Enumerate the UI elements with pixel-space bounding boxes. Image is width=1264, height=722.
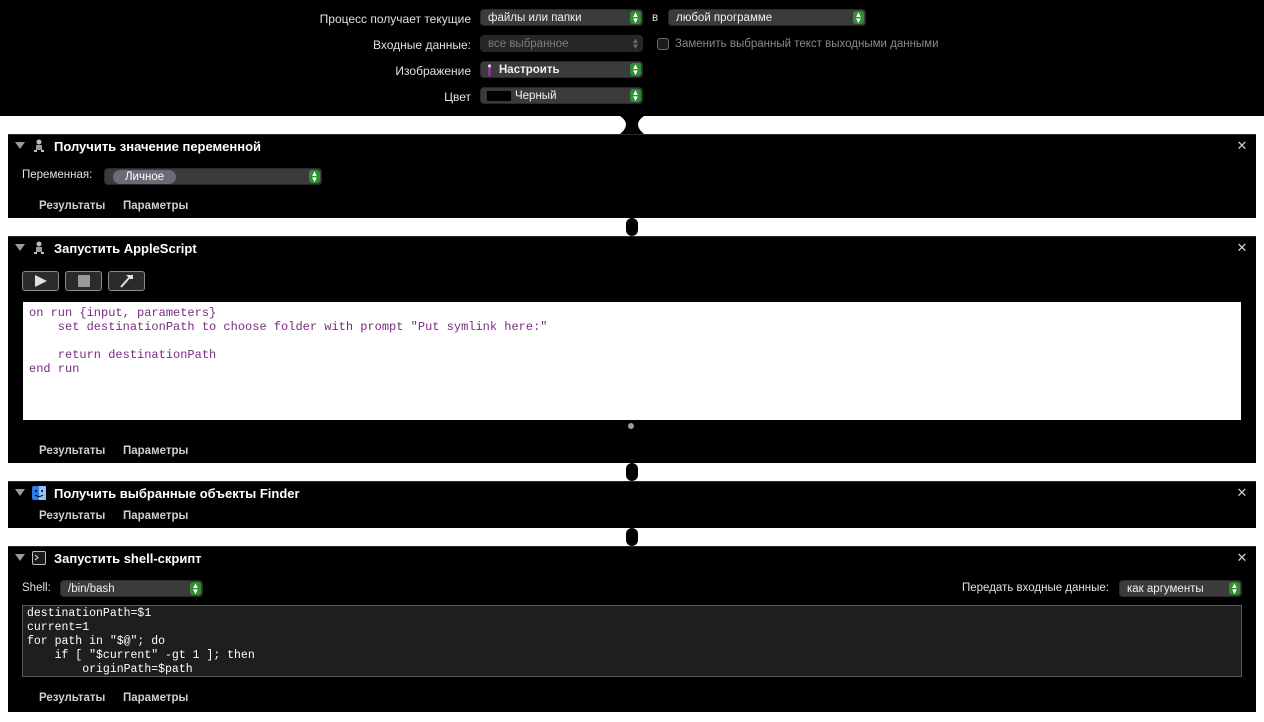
options-tab[interactable]: Параметры bbox=[123, 200, 188, 212]
process-label: Процесс получает текущие bbox=[319, 12, 471, 26]
process-row: Процесс получает текущие файлы или папки… bbox=[0, 9, 1264, 29]
close-icon[interactable]: ✕ bbox=[1236, 550, 1248, 566]
close-icon[interactable]: ✕ bbox=[1236, 485, 1248, 501]
image-popup[interactable]: Настроить ▲ ▼ bbox=[480, 61, 643, 78]
disclosure-triangle-icon[interactable] bbox=[15, 142, 25, 149]
pass-input-label: Передать входные данные: bbox=[962, 582, 1109, 594]
results-tab[interactable]: Результаты bbox=[39, 510, 105, 522]
compile-script-button[interactable] bbox=[108, 271, 145, 291]
input-value: все выбранное bbox=[488, 38, 569, 50]
options-tab[interactable]: Параметры bbox=[123, 510, 188, 522]
pass-input-popup[interactable]: как аргументы ▲ ▼ bbox=[1119, 580, 1242, 597]
action-run-shell-script: Запустить shell-скрипт ✕ Shell: /bin/bas… bbox=[8, 546, 1256, 712]
workflow-image-icon bbox=[488, 63, 491, 76]
popup-stepper-icon: ▲ ▼ bbox=[631, 36, 640, 51]
disclosure-triangle-icon[interactable] bbox=[15, 244, 25, 251]
action-title: Запустить AppleScript bbox=[54, 241, 197, 256]
action-connector-icon bbox=[620, 116, 644, 134]
results-tab[interactable]: Результаты bbox=[39, 692, 105, 704]
resize-handle[interactable] bbox=[628, 423, 634, 429]
popup-stepper-icon: ▲ ▼ bbox=[853, 10, 864, 25]
shell-popup[interactable]: /bin/bash ▲ ▼ bbox=[60, 580, 203, 597]
automator-robot-icon bbox=[34, 241, 44, 254]
color-value: Черный bbox=[515, 90, 557, 102]
shell-value: /bin/bash bbox=[68, 583, 115, 595]
disclosure-triangle-icon[interactable] bbox=[15, 554, 25, 561]
run-script-button[interactable] bbox=[22, 271, 59, 291]
disclosure-triangle-icon[interactable] bbox=[15, 489, 25, 496]
popup-stepper-icon: ▲ ▼ bbox=[630, 88, 641, 103]
popup-stepper-icon: ▲ ▼ bbox=[190, 581, 201, 596]
shell-label: Shell: bbox=[22, 582, 51, 594]
action-connector-icon bbox=[626, 463, 638, 481]
popup-stepper-icon: ▲ ▼ bbox=[630, 62, 641, 77]
application-value: любой программе bbox=[676, 12, 773, 24]
applescript-editor[interactable]: on run {input, parameters} set destinati… bbox=[23, 302, 1241, 420]
in-label: в bbox=[652, 12, 659, 24]
color-row: Цвет Черный ▲ ▼ bbox=[0, 87, 1264, 107]
stop-icon bbox=[78, 275, 90, 287]
close-icon[interactable]: ✕ bbox=[1236, 240, 1248, 256]
image-label: Изображение bbox=[395, 64, 471, 78]
input-row: Входные данные: все выбранное ▲ ▼ Заменит… bbox=[0, 35, 1264, 55]
options-tab[interactable]: Параметры bbox=[123, 445, 188, 457]
popup-stepper-icon: ▲ ▼ bbox=[630, 10, 641, 25]
application-popup[interactable]: любой программе ▲ ▼ bbox=[668, 9, 866, 26]
variable-token: Личное bbox=[113, 170, 177, 184]
variable-label: Переменная: bbox=[22, 169, 93, 181]
terminal-icon bbox=[32, 551, 46, 565]
automator-workflow: Процесс получает текущие файлы или папки… bbox=[0, 0, 1264, 722]
replace-text-checkbox[interactable] bbox=[657, 38, 669, 50]
automator-robot-icon bbox=[34, 139, 44, 152]
action-title: Запустить shell-скрипт bbox=[54, 551, 202, 566]
action-get-variable: Получить значение переменной ✕ Переменна… bbox=[8, 134, 1256, 218]
options-tab[interactable]: Параметры bbox=[123, 692, 188, 704]
color-popup[interactable]: Черный ▲ ▼ bbox=[480, 87, 643, 104]
close-icon[interactable]: ✕ bbox=[1236, 138, 1248, 154]
shell-script-editor[interactable]: destinationPath=$1 current=1 for path in… bbox=[22, 605, 1242, 677]
input-label: Входные данные: bbox=[373, 38, 471, 52]
stop-script-button[interactable] bbox=[65, 271, 102, 291]
action-run-applescript: Запустить AppleScript ✕ on run {input, p… bbox=[8, 236, 1256, 463]
hammer-icon bbox=[120, 275, 133, 288]
color-label: Цвет bbox=[444, 90, 471, 104]
action-get-finder-items: Получить выбранные объекты Finder ✕ Резу… bbox=[8, 481, 1256, 528]
image-value: Настроить bbox=[499, 64, 560, 76]
action-title: Получить выбранные объекты Finder bbox=[54, 486, 300, 501]
action-connector-icon bbox=[626, 218, 638, 236]
results-tab[interactable]: Результаты bbox=[39, 445, 105, 457]
finder-icon bbox=[32, 486, 46, 500]
input-popup[interactable]: все выбранное ▲ ▼ bbox=[480, 35, 643, 52]
replace-text-label: Заменить выбранный текст выходными данны… bbox=[675, 38, 939, 50]
results-tab[interactable]: Результаты bbox=[39, 200, 105, 212]
process-type-popup[interactable]: файлы или папки ▲ ▼ bbox=[480, 9, 643, 26]
image-row: Изображение Настроить ▲ ▼ bbox=[0, 61, 1264, 81]
variable-popup[interactable]: Личное ▲ ▼ bbox=[104, 168, 322, 185]
process-type-value: файлы или папки bbox=[488, 12, 582, 24]
workflow-header: Процесс получает текущие файлы или папки… bbox=[0, 0, 1264, 116]
popup-stepper-icon: ▲ ▼ bbox=[309, 169, 320, 184]
action-title: Получить значение переменной bbox=[54, 139, 262, 154]
pass-input-value: как аргументы bbox=[1127, 583, 1204, 595]
popup-stepper-icon: ▲ ▼ bbox=[1229, 581, 1240, 596]
action-connector-icon bbox=[626, 528, 638, 546]
play-icon bbox=[35, 275, 47, 287]
color-swatch-icon bbox=[487, 90, 511, 101]
